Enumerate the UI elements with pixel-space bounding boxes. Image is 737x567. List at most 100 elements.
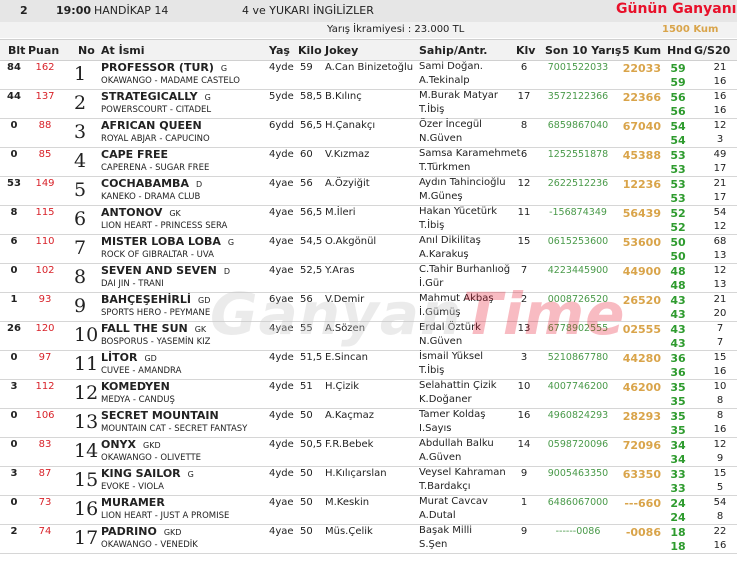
col-yas[interactable]: Yaş [269, 44, 290, 57]
owner-link[interactable]: Aydın Tahincioğlu [419, 177, 506, 188]
horse-name-link[interactable]: AFRICAN QUEEN [101, 119, 209, 132]
horse-name[interactable]: COCHABAMBA [101, 177, 189, 190]
horse-name-link[interactable]: KING SAILOR G [101, 467, 194, 480]
owner-link[interactable]: Hakan Yücetürk [419, 206, 497, 217]
owner-link[interactable]: İsmail Yüksel [419, 351, 483, 362]
trainer-link[interactable]: T.Türkmen [419, 162, 470, 173]
owner-link[interactable]: Mahmut Akbaş [419, 293, 494, 304]
jockey-link[interactable]: F.R.Bebek [325, 439, 373, 450]
horse-name-link[interactable]: SEVEN AND SEVEN D [101, 264, 230, 277]
jockey-link[interactable]: H.Çizik [325, 381, 359, 392]
horse-name[interactable]: SEVEN AND SEVEN [101, 264, 217, 277]
jockey-link[interactable]: Y.Aras [325, 265, 355, 276]
horse-name-link[interactable]: MISTER LOBA LOBA G [101, 235, 234, 248]
jockey-link[interactable]: A.Kaçmaz [325, 410, 374, 421]
jockey-link[interactable]: E.Sincan [325, 352, 368, 363]
col-hnd[interactable]: Hnd [667, 44, 692, 57]
col-sahip[interactable]: Sahip/Antr. [419, 44, 487, 57]
owner-link[interactable]: Sami Doğan. [419, 61, 483, 72]
trainer-link[interactable]: A.Tekinalp [419, 75, 470, 86]
horse-name-link[interactable]: SECRET MOUNTAIN [101, 409, 226, 422]
col-no[interactable]: No [78, 44, 95, 57]
horse-name-link[interactable]: FALL THE SUN GK [101, 322, 206, 335]
owner-link[interactable]: C.Tahir Burhanlıoğ [419, 264, 510, 275]
col-son10[interactable]: Son 10 Yarış [545, 44, 621, 57]
horse-name[interactable]: PROFESSOR (TUR) [101, 61, 214, 74]
jockey-link[interactable]: H.Çanakçı [325, 120, 375, 131]
trainer-link[interactable]: A.Güven [419, 452, 461, 463]
jockey-link[interactable]: M.Keskin [325, 497, 369, 508]
horse-name-link[interactable]: COCHABAMBA D [101, 177, 202, 190]
col-gs20[interactable]: G/S20 [694, 44, 730, 57]
last-5-sand: 63350 [622, 468, 661, 481]
horse-name[interactable]: CAPE FREE [101, 148, 168, 161]
brand-logo[interactable]: Günün Ganyanı [616, 1, 736, 17]
horse-name[interactable]: KOMEDYEN [101, 380, 170, 393]
jockey-link[interactable]: V.Kızmaz [325, 149, 369, 160]
jockey-link[interactable]: A.Sözen [325, 323, 365, 334]
horse-name-link[interactable]: PADRINO GKD [101, 525, 181, 538]
horse-name[interactable]: ONYX [101, 438, 136, 451]
owner-link[interactable]: Selahattin Çizik [419, 380, 497, 391]
jockey-link[interactable]: H.Kılıçarslan [325, 468, 387, 479]
trainer-link[interactable]: I.Sayıs [419, 423, 452, 434]
horse-name[interactable]: AFRICAN QUEEN [101, 119, 202, 132]
horse-name[interactable]: LİTOR [101, 351, 137, 364]
owner-link[interactable]: Özer İncegül [419, 119, 482, 130]
horse-name[interactable]: PADRINO [101, 525, 157, 538]
horse-name[interactable]: FALL THE SUN [101, 322, 188, 335]
owner-link[interactable]: Samsa Karamehmet [419, 148, 521, 159]
jockey-link[interactable]: V.Demir [325, 294, 364, 305]
owner-link[interactable]: Erdal Öztürk [419, 322, 481, 333]
col-jokey[interactable]: Jokey [325, 44, 358, 57]
horse-name[interactable]: BAHÇEŞEHİRLİ [101, 293, 191, 306]
trainer-link[interactable]: İ.Gümüş [419, 307, 461, 318]
jockey-link[interactable]: M.İleri [325, 207, 356, 218]
col-kum5[interactable]: 5 Kum [622, 44, 661, 57]
trainer-link[interactable]: A.Karakuş [419, 249, 469, 260]
jockey-link[interactable]: O.Akgönül [325, 236, 376, 247]
col-blt[interactable]: Blt [8, 44, 25, 57]
col-puan[interactable]: Puan [28, 44, 59, 57]
col-name[interactable]: At İsmi [101, 44, 144, 57]
owner-link[interactable]: Abdullah Balku [419, 438, 494, 449]
trainer-link[interactable]: T.Bardakçı [419, 481, 471, 492]
horse-name[interactable]: MISTER LOBA LOBA [101, 235, 221, 248]
horse-name-link[interactable]: ANTONOV GK [101, 206, 181, 219]
trainer-link[interactable]: N.Güven [419, 133, 462, 144]
trainer-link[interactable]: İ.Gür [419, 278, 443, 289]
horse-name-link[interactable]: MURAMER [101, 496, 172, 509]
trainer-link[interactable]: T.İbiş [419, 104, 444, 115]
horse-name-link[interactable]: LİTOR GD [101, 351, 157, 364]
jockey-link[interactable]: A.Can Binizetoğlu [325, 62, 413, 73]
jockey-link[interactable]: A.Özyiğit [325, 178, 370, 189]
trainer-link[interactable]: K.Doğaner [419, 394, 472, 405]
col-kilo[interactable]: Kilo [298, 44, 322, 57]
owner-link[interactable]: M.Burak Matyar [419, 90, 498, 101]
owner-link[interactable]: Anıl Dikilitaş [419, 235, 481, 246]
owner-link[interactable]: Murat Cavcav [419, 496, 488, 507]
horse-name[interactable]: SECRET MOUNTAIN [101, 409, 219, 422]
trainer-link[interactable]: T.İbiş [419, 220, 444, 231]
trainer-link[interactable]: A.Dutal [419, 510, 456, 521]
trainer-link[interactable]: M.Güneş [419, 191, 463, 202]
trainer-link[interactable]: N.Güven [419, 336, 462, 347]
horse-name-link[interactable]: ONYX GKD [101, 438, 161, 451]
horse-name[interactable]: MURAMER [101, 496, 165, 509]
jockey-link[interactable]: B.Kılınç [325, 91, 362, 102]
col-klv[interactable]: Klv [516, 44, 535, 57]
owner-link[interactable]: Tamer Koldaş [419, 409, 485, 420]
trainer-link[interactable]: T.İbiş [419, 365, 444, 376]
horse-name[interactable]: KING SAILOR [101, 467, 181, 480]
owner-link[interactable]: Veysel Kahraman [419, 467, 506, 478]
owner-link[interactable]: Başak Milli [419, 525, 472, 536]
horse-name-link[interactable]: BAHÇEŞEHİRLİ GD [101, 293, 210, 306]
horse-name-link[interactable]: CAPE FREE [101, 148, 175, 161]
horse-name-link[interactable]: PROFESSOR (TUR) G [101, 61, 227, 74]
horse-name-link[interactable]: KOMEDYEN [101, 380, 177, 393]
horse-name-link[interactable]: STRATEGICALLY G [101, 90, 211, 103]
jockey-link[interactable]: Müs.Çelik [325, 526, 373, 537]
trainer-link[interactable]: S.Şen [419, 539, 447, 550]
horse-name[interactable]: ANTONOV [101, 206, 162, 219]
horse-name[interactable]: STRATEGICALLY [101, 90, 198, 103]
